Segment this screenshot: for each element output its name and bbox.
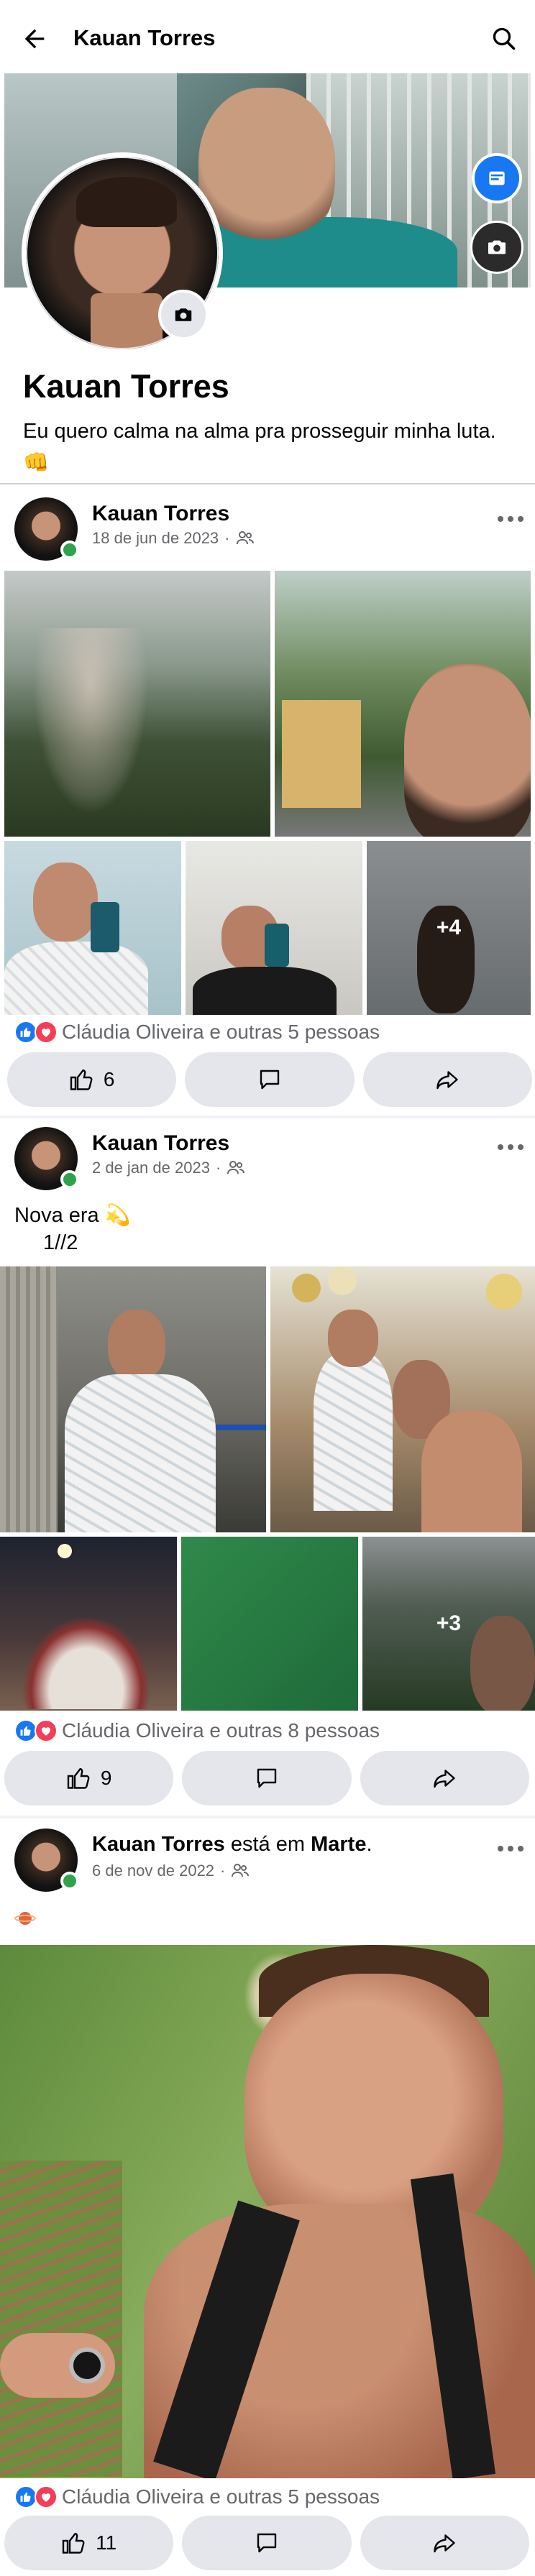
like-count: 11 [96,2531,117,2554]
love-icon [35,2485,58,2508]
post-author-name[interactable]: Kauan Torres [92,1131,229,1156]
post-author-link[interactable]: Kauan Torres [92,1833,225,1856]
bio-emoji: 👊 [23,451,50,474]
post-photo[interactable] [270,1266,535,1532]
post-photo[interactable]: +3 [362,1537,535,1711]
reactions-text: Cláudia Oliveira e outras 8 pessoas [62,1719,380,1742]
reactions-text: Cláudia Oliveira e outras 5 pessoas [62,2485,380,2508]
back-arrow-icon[interactable] [20,24,49,53]
post-photo[interactable]: +4 [367,841,531,1015]
post-photo[interactable] [0,1945,535,2478]
divider [0,1816,535,1818]
meta-dot: · [215,1159,221,1177]
more-photos-count[interactable]: +4 [367,841,531,1015]
top-bar: Kauan Torres [0,0,535,75]
comment-icon [257,1768,277,1788]
checkin-place[interactable]: Marte [311,1833,366,1856]
more-icon[interactable] [496,512,525,526]
post-author-name[interactable]: Kauan Torres [92,502,229,526]
edit-cover-icon [489,171,505,185]
profile-name: Kauan Torres [23,368,229,405]
post-header: Kauan Torres está em Marte. 6 de nov de … [0,1820,535,1892]
checkin-end: . [366,1833,372,1856]
like-button[interactable]: 9 [4,1751,174,1806]
share-button[interactable] [362,1052,532,1107]
planet-icon [14,1912,36,1925]
post-author-avatar[interactable] [14,497,79,561]
page-title: Kauan Torres [73,25,216,50]
post-photo[interactable] [4,571,270,837]
profile-bio: Eu quero calma na alma pra prosseguir mi… [23,415,498,479]
meta-dot: · [220,1862,226,1880]
meta-dot: · [224,529,230,547]
post-date[interactable]: 6 de nov de 2022 [92,1862,214,1880]
post-meta: 2 de jan de 2023 · [92,1159,245,1177]
like-icon [70,1070,93,1090]
post-author-avatar[interactable] [14,1828,79,1892]
share-icon [434,1770,456,1788]
like-button[interactable]: 11 [4,2516,174,2570]
like-icon [67,1768,90,1789]
like-count: 9 [100,1767,112,1789]
reactions-text: Cláudia Oliveira e outras 5 pessoas [62,1021,380,1043]
more-icon[interactable] [496,1841,525,1856]
camera-icon [175,308,192,321]
post-text-emoji: 💫 [104,1204,131,1227]
reactions-summary[interactable]: Cláudia Oliveira e outras 5 pessoas [14,2483,380,2511]
bio-text: Eu quero calma na alma pra prosseguir mi… [23,420,496,443]
post-date[interactable]: 2 de jan de 2023 [92,1159,210,1177]
more-icon[interactable] [496,1140,525,1154]
post-photo[interactable] [186,841,362,1015]
post-photo[interactable] [181,1537,358,1711]
post-photo[interactable] [0,1266,266,1532]
more-photos-count[interactable]: +3 [362,1537,535,1711]
like-button[interactable]: 6 [7,1052,177,1107]
share-button[interactable] [360,1751,529,1806]
online-status-dot [60,540,79,559]
like-icon [62,2533,85,2554]
camera-icon [488,240,506,254]
divider [0,483,535,484]
post-actions: 9 [4,1751,529,1806]
love-icon [35,1719,58,1742]
post-photo[interactable] [0,1537,177,1711]
friends-audience-icon [232,1864,250,1877]
checkin-verb: está em [230,1833,306,1856]
like-count: 6 [103,1068,115,1090]
share-button[interactable] [360,2516,529,2570]
post-meta: 18 de jun de 2023 · [92,529,255,548]
post-meta: 6 de nov de 2022 · [92,1862,250,1880]
share-icon [434,2534,456,2553]
post-photo[interactable] [275,571,531,837]
profile-picture-camera-button[interactable] [158,290,209,340]
friends-audience-icon [236,531,254,545]
post-header: Kauan Torres 18 de jun de 2023 · [0,489,535,561]
post-photo[interactable] [4,841,181,1015]
edit-cover-button[interactable] [472,153,522,203]
reactions-summary[interactable]: Cláudia Oliveira e outras 5 pessoas [14,1018,380,1046]
online-status-dot [60,1872,79,1890]
reactions-summary[interactable]: Cláudia Oliveira e outras 8 pessoas [14,1716,380,1745]
post-author-avatar[interactable] [14,1127,79,1190]
post-text-line: Nova era [14,1204,99,1227]
post-actions: 11 [4,2516,529,2570]
post-text-line: 1//2 [43,1231,78,1254]
online-status-dot [60,1170,79,1189]
comment-button[interactable] [182,1751,352,1806]
post-actions: 6 [7,1052,532,1107]
search-icon[interactable] [491,26,517,52]
share-icon [436,1071,459,1090]
comment-button[interactable] [185,1052,355,1107]
comment-icon [257,2533,277,2553]
post-header: Kauan Torres 2 de jan de 2023 · [0,1118,535,1190]
comment-button[interactable] [182,2516,352,2570]
post-author-name: Kauan Torres está em Marte. [92,1833,372,1857]
comment-icon [260,1070,280,1090]
cover-camera-button[interactable] [470,221,523,274]
friends-audience-icon [227,1161,245,1174]
post-text: Nova era 💫 1//2 [14,1202,131,1256]
post-date[interactable]: 18 de jun de 2023 [92,529,219,548]
love-icon [35,1021,58,1044]
